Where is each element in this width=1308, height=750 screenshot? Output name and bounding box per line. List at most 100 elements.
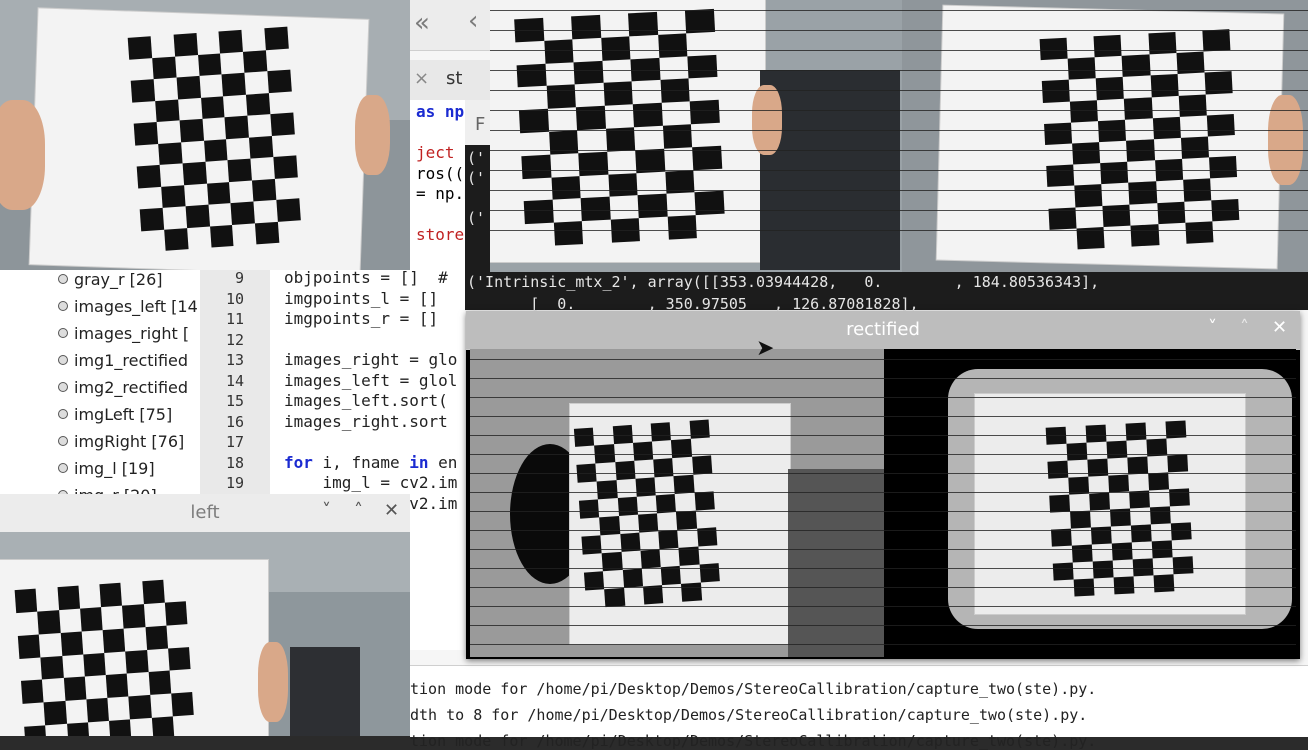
line-number: 14 bbox=[225, 371, 244, 390]
variable-item[interactable]: img1_rectified bbox=[55, 351, 189, 370]
code-line: store bbox=[416, 225, 465, 244]
variable-item[interactable]: imgLeft [75] bbox=[55, 405, 173, 424]
variable-icon bbox=[55, 379, 71, 395]
epipolar-line bbox=[470, 359, 1296, 360]
close-icon[interactable]: ✕ bbox=[384, 500, 399, 521]
editor-tab-bar: × st bbox=[410, 60, 490, 101]
variable-label: images_right [ bbox=[74, 324, 190, 343]
epipolar-line bbox=[490, 130, 1308, 131]
code-line: images_right.sort bbox=[284, 411, 448, 431]
minimize-icon[interactable]: ˅ bbox=[322, 500, 331, 521]
left-window[interactable]: left ˅ ˄ ✕ bbox=[0, 494, 410, 736]
epipolar-line bbox=[490, 50, 1308, 51]
code-line: imgpoints_r = [] bbox=[284, 309, 439, 328]
epipolar-line bbox=[470, 625, 1296, 626]
line-number: 12 bbox=[225, 330, 244, 349]
variable-icon bbox=[55, 325, 71, 341]
variable-label: img2_rectified bbox=[74, 378, 189, 397]
checkerboard-pattern bbox=[127, 26, 303, 253]
line-number: 19 bbox=[225, 474, 244, 492]
epipolar-line bbox=[470, 416, 1296, 417]
line-number: 17 bbox=[225, 433, 244, 451]
line-number: 15 bbox=[225, 392, 244, 410]
epipolar-line bbox=[490, 70, 1308, 71]
checkerboard-pattern bbox=[14, 578, 196, 736]
epipolar-line bbox=[470, 587, 1296, 588]
variable-label: img1_rectified bbox=[74, 351, 189, 370]
terminal-line: (' bbox=[467, 149, 486, 167]
mouse-cursor-icon: ➤ bbox=[756, 336, 775, 361]
left-titlebar[interactable]: left ˅ ˄ ✕ bbox=[0, 494, 410, 533]
maximize-icon[interactable]: ˄ bbox=[1240, 317, 1249, 338]
variable-icon bbox=[55, 460, 71, 476]
epipolar-line bbox=[490, 190, 1308, 191]
variable-icon bbox=[55, 433, 71, 449]
checkerboard-pattern bbox=[1039, 29, 1241, 251]
epipolar-line bbox=[470, 473, 1296, 474]
epipolar-line bbox=[490, 90, 1308, 91]
variable-item[interactable]: images_left [14 bbox=[55, 297, 198, 316]
shell-output-line: dth to 8 for /home/pi/Desktop/Demos/Ster… bbox=[410, 706, 1088, 724]
code-line: img_l = cv2.im bbox=[284, 473, 458, 492]
variable-label: img_l [19] bbox=[74, 459, 155, 478]
checkerboard-pattern bbox=[573, 419, 721, 609]
window-title: rectified bbox=[846, 319, 920, 340]
epipolar-line bbox=[470, 378, 1296, 379]
terminal-line: (' bbox=[467, 209, 486, 227]
epipolar-line bbox=[470, 492, 1296, 493]
rectified-titlebar[interactable]: rectified ˅ ˄ ✕ bbox=[466, 311, 1300, 350]
epipolar-line bbox=[490, 150, 1308, 151]
code-line: images_right = glo bbox=[284, 350, 458, 369]
epipolar-line bbox=[470, 606, 1296, 607]
shell-output-line: tion mode for /home/pi/Desktop/Demos/Ste… bbox=[410, 680, 1097, 698]
variable-item[interactable]: img_l [19] bbox=[55, 459, 155, 478]
back-icon[interactable]: « bbox=[414, 8, 430, 38]
terminal-title-text: F bbox=[475, 114, 486, 135]
stereo-pair-frame bbox=[490, 0, 1308, 272]
line-number-gutter: − 910111213141516171819 bbox=[200, 269, 282, 506]
camera-left-frame bbox=[0, 0, 410, 270]
variable-icon bbox=[55, 352, 71, 368]
editor-tab-label[interactable]: st bbox=[446, 68, 462, 89]
terminal-line: (' bbox=[467, 169, 486, 187]
epipolar-line bbox=[490, 230, 1308, 231]
variables-panel: gray_r [26] images_left [14 images_right [… bbox=[0, 270, 201, 505]
left-camera-image bbox=[0, 532, 410, 736]
checkerboard-pattern bbox=[514, 8, 726, 247]
epipolar-line bbox=[470, 511, 1296, 512]
code-line: images_left.sort( bbox=[284, 391, 448, 410]
code-line: ject p bbox=[416, 143, 465, 162]
variable-item[interactable]: img2_rectified bbox=[55, 378, 189, 397]
epipolar-line bbox=[490, 210, 1308, 211]
rectified-window[interactable]: rectified ˅ ˄ ✕ ➤ bbox=[466, 311, 1300, 659]
minimize-icon[interactable]: ˅ bbox=[1208, 317, 1217, 338]
epipolar-line bbox=[490, 30, 1308, 31]
variable-item[interactable]: images_right [ bbox=[55, 324, 190, 343]
epipolar-line bbox=[470, 435, 1296, 436]
close-tab-icon[interactable]: × bbox=[414, 68, 429, 89]
code-line: ros(( bbox=[416, 163, 465, 183]
line-number: 16 bbox=[225, 412, 244, 431]
epipolar-line bbox=[470, 397, 1296, 398]
variable-label: imgLeft [75] bbox=[74, 405, 173, 424]
variable-label: gray_r [26] bbox=[74, 270, 163, 289]
window-title: left bbox=[190, 502, 220, 523]
line-number: 13 bbox=[225, 351, 244, 369]
epipolar-line bbox=[470, 530, 1296, 531]
variable-icon bbox=[55, 406, 71, 422]
variable-item[interactable]: gray_r [26] bbox=[55, 270, 163, 289]
code-editor-top[interactable]: as np ject pros((= np.m store bbox=[410, 100, 465, 270]
epipolar-line bbox=[470, 644, 1296, 645]
code-line: as np bbox=[416, 102, 465, 121]
variable-icon bbox=[55, 298, 71, 314]
variable-item[interactable]: imgRight [76] bbox=[55, 432, 184, 451]
shell-panel[interactable]: tion mode for /home/pi/Desktop/Demos/Ste… bbox=[410, 665, 1308, 750]
previous-icon[interactable]: ‹ bbox=[468, 6, 478, 36]
rectified-image bbox=[470, 349, 1296, 657]
code-line: objpoints = [] # bbox=[284, 270, 448, 287]
maximize-icon[interactable]: ˄ bbox=[354, 500, 363, 521]
close-icon[interactable]: ✕ bbox=[1272, 317, 1287, 338]
epipolar-line bbox=[470, 454, 1296, 455]
variable-icon bbox=[55, 271, 71, 287]
epipolar-line bbox=[490, 110, 1308, 111]
